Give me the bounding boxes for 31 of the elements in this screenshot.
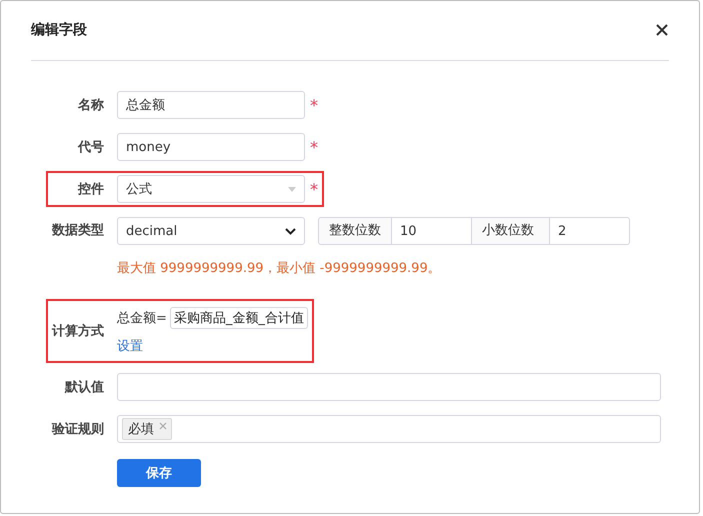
caret-icon [288,186,296,192]
formula-prefix: 总金额= [117,310,167,327]
field-label: 控件 [76,181,104,198]
settings-link[interactable]: 设置 [117,337,308,355]
close-icon[interactable] [656,24,668,36]
input-field[interactable]: 总金额 [117,91,305,119]
input-field[interactable]: money [117,133,305,161]
save-button[interactable]: 保存 [117,459,201,487]
field-label: 默认值 [64,379,104,396]
tag: 必填 [122,418,172,440]
required-mark: * [310,180,318,198]
required-mark: * [310,96,318,114]
field-label: 名称 [76,97,104,114]
remove-icon[interactable] [159,422,167,430]
formula-field: 采购商品_金额_合计值 [170,307,308,329]
select-field[interactable]: decimal [117,217,305,245]
chevron-down-icon [285,228,296,234]
input-field[interactable]: 10 [392,217,472,245]
required-mark: * [310,138,318,156]
field-label: 验证规则 [50,421,104,438]
input-addon: 小数位数 [472,217,550,245]
dialog-title: 编辑字段 [31,21,87,39]
input-field[interactable]: 2 [550,217,630,245]
combo-field[interactable]: 公式 [117,175,305,203]
tag-field[interactable]: 必填 [117,415,661,443]
field-label: 代号 [76,139,104,156]
input-addon: 整数位数 [318,217,392,245]
field-label: 数据类型 [50,222,104,240]
range-hint: 最大值 9999999999.99，最小值 -9999999999.99。 [117,260,442,277]
field-label: 计算方式 [50,322,104,340]
input-field[interactable] [117,373,661,401]
